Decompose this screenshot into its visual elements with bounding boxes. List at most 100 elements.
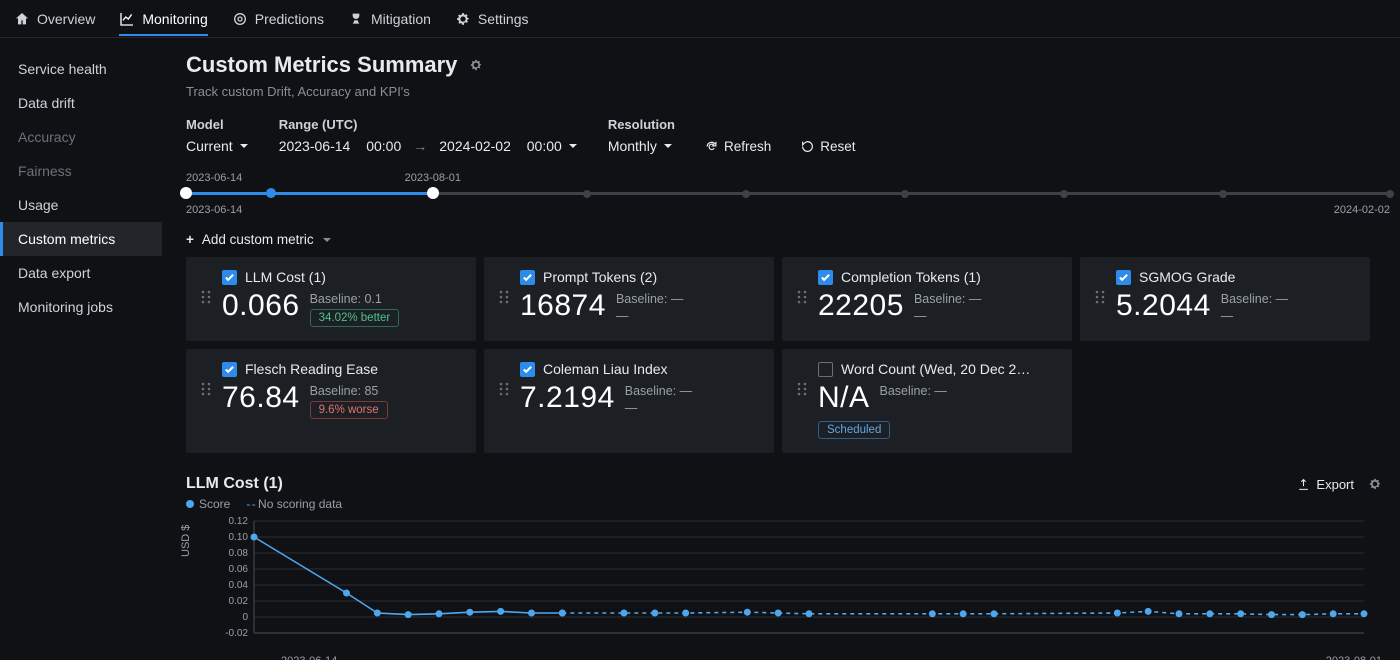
- metric-title: Completion Tokens (1): [841, 269, 981, 285]
- metric-baseline: Baseline: —: [625, 384, 692, 398]
- drag-handle-icon[interactable]: [498, 289, 510, 305]
- metric-card[interactable]: Word Count (Wed, 20 Dec 2…N/ABaseline: —…: [782, 349, 1072, 453]
- sidebar-item-monitoring-jobs[interactable]: Monitoring jobs: [0, 290, 162, 324]
- metric-badge: Scheduled: [818, 421, 890, 439]
- main-content: Custom Metrics Summary Track custom Drif…: [162, 38, 1400, 660]
- sidebar-item-data-export[interactable]: Data export: [0, 256, 162, 290]
- timeline-label: 2023-06-14: [186, 204, 242, 216]
- metric-card[interactable]: LLM Cost (1)0.066Baseline: 0.134.02% bet…: [186, 257, 476, 341]
- sidebar-item-accuracy[interactable]: Accuracy: [0, 120, 162, 154]
- metric-extra: —: [616, 309, 683, 323]
- chevron-down-icon: [322, 235, 332, 245]
- metric-extra: —: [1221, 309, 1288, 323]
- metric-card[interactable]: Prompt Tokens (2)16874Baseline: ——: [484, 257, 774, 341]
- svg-text:-0.02: -0.02: [225, 628, 248, 639]
- add-custom-metric-button[interactable]: + Add custom metric: [186, 232, 1392, 247]
- timeline-handle-start[interactable]: [180, 187, 192, 199]
- metric-baseline: Baseline: —: [1221, 292, 1288, 306]
- metric-extra: —: [625, 401, 692, 415]
- chevron-down-icon: [239, 141, 249, 151]
- drag-handle-icon[interactable]: [796, 289, 808, 305]
- sidebar-item-data-drift[interactable]: Data drift: [0, 86, 162, 120]
- drag-handle-icon[interactable]: [200, 381, 212, 397]
- timeline-tick: [1060, 190, 1068, 198]
- metric-checkbox[interactable]: [222, 362, 237, 377]
- metric-card[interactable]: Coleman Liau Index7.2194Baseline: ——: [484, 349, 774, 453]
- chart-plot: 0.120.100.080.060.040.020-0.02: [214, 517, 1374, 647]
- tab-predictions[interactable]: Predictions: [232, 2, 324, 36]
- timeline-slider[interactable]: 2023-06-14 2023-08-01 2023-06-14 2024-02…: [186, 172, 1392, 218]
- reset-button[interactable]: Reset: [801, 139, 855, 154]
- model-label: Model: [186, 117, 249, 132]
- chart-area[interactable]: USD $ 0.120.100.080.060.040.020-0.02: [186, 517, 1392, 657]
- sidebar-item-fairness[interactable]: Fairness: [0, 154, 162, 188]
- metric-baseline: Baseline: —: [914, 292, 981, 306]
- timeline-label: 2023-06-14: [186, 172, 242, 184]
- drag-handle-icon[interactable]: [796, 381, 808, 397]
- sidebar-item-custom-metrics[interactable]: Custom metrics: [0, 222, 162, 256]
- export-button[interactable]: Export: [1297, 477, 1354, 492]
- range-label: Range (UTC): [279, 117, 578, 132]
- page-settings-gear-icon[interactable]: [469, 58, 483, 72]
- page-title: Custom Metrics Summary: [186, 52, 457, 78]
- legend-dash-icon: - -: [246, 497, 254, 511]
- sidebar: Service health Data drift Accuracy Fairn…: [0, 38, 162, 660]
- metric-value: 0.066: [222, 289, 300, 323]
- tab-label: Monitoring: [142, 11, 207, 27]
- metric-card[interactable]: Flesch Reading Ease76.84Baseline: 859.6%…: [186, 349, 476, 453]
- upload-icon: [1297, 478, 1310, 491]
- metric-checkbox[interactable]: [1116, 270, 1131, 285]
- metric-checkbox[interactable]: [520, 362, 535, 377]
- metric-title: SGMOG Grade: [1139, 269, 1235, 285]
- metric-extra: —: [914, 309, 981, 323]
- gear-icon: [455, 11, 471, 27]
- refresh-icon: [705, 140, 718, 153]
- trophy-icon: [348, 11, 364, 27]
- y-axis-label: USD $: [180, 525, 192, 557]
- svg-text:0.10: 0.10: [229, 532, 249, 543]
- timeline-handle-end[interactable]: [427, 187, 439, 199]
- tab-label: Settings: [478, 11, 529, 27]
- refresh-button[interactable]: Refresh: [705, 139, 771, 154]
- metric-checkbox[interactable]: [520, 270, 535, 285]
- legend-dot-icon: [186, 500, 194, 508]
- chart-title: LLM Cost (1): [186, 475, 283, 493]
- chart-settings-gear-icon[interactable]: [1368, 477, 1382, 491]
- metric-card[interactable]: Completion Tokens (1) 22205 Baseline: — —: [782, 257, 1072, 341]
- metric-value: 22205: [818, 289, 904, 323]
- tab-overview[interactable]: Overview: [14, 2, 95, 36]
- metric-baseline: Baseline: —: [880, 384, 947, 398]
- tab-label: Mitigation: [371, 11, 431, 27]
- metric-badge: 9.6% worse: [310, 401, 388, 419]
- timeline-track[interactable]: [186, 186, 1390, 200]
- reset-icon: [801, 140, 814, 153]
- range-selector: Range (UTC) 2023-06-14 00:00 → 2024-02-0…: [279, 117, 578, 154]
- metric-checkbox[interactable]: [222, 270, 237, 285]
- tab-monitoring[interactable]: Monitoring: [119, 2, 207, 36]
- chart-line-icon: [119, 11, 135, 27]
- model-dropdown[interactable]: Current: [186, 138, 249, 154]
- timeline-tick: [1219, 190, 1227, 198]
- range-dropdown[interactable]: 2023-06-14 00:00 → 2024-02-02 00:00: [279, 138, 578, 154]
- metric-title: Coleman Liau Index: [543, 361, 668, 377]
- sidebar-item-usage[interactable]: Usage: [0, 188, 162, 222]
- chevron-down-icon: [663, 141, 673, 151]
- sidebar-item-service-health[interactable]: Service health: [0, 52, 162, 86]
- resolution-dropdown[interactable]: Monthly: [608, 138, 675, 154]
- tab-settings[interactable]: Settings: [455, 2, 529, 36]
- target-icon: [232, 11, 248, 27]
- metric-title: LLM Cost (1): [245, 269, 326, 285]
- drag-handle-icon[interactable]: [498, 381, 510, 397]
- timeline-tick: [901, 190, 909, 198]
- metric-checkbox[interactable]: [818, 270, 833, 285]
- chart-legend: Score - - No scoring data: [186, 497, 1392, 511]
- tab-mitigation[interactable]: Mitigation: [348, 2, 431, 36]
- timeline-handle-mid[interactable]: [266, 188, 276, 198]
- metric-checkbox[interactable]: [818, 362, 833, 377]
- svg-text:0.06: 0.06: [229, 564, 249, 575]
- tab-label: Predictions: [255, 11, 324, 27]
- drag-handle-icon[interactable]: [1094, 289, 1106, 305]
- controls-bar: Model Current Range (UTC) 2023-06-14 00:…: [186, 117, 1392, 154]
- metric-card[interactable]: SGMOG Grade5.2044Baseline: ——: [1080, 257, 1370, 341]
- drag-handle-icon[interactable]: [200, 289, 212, 305]
